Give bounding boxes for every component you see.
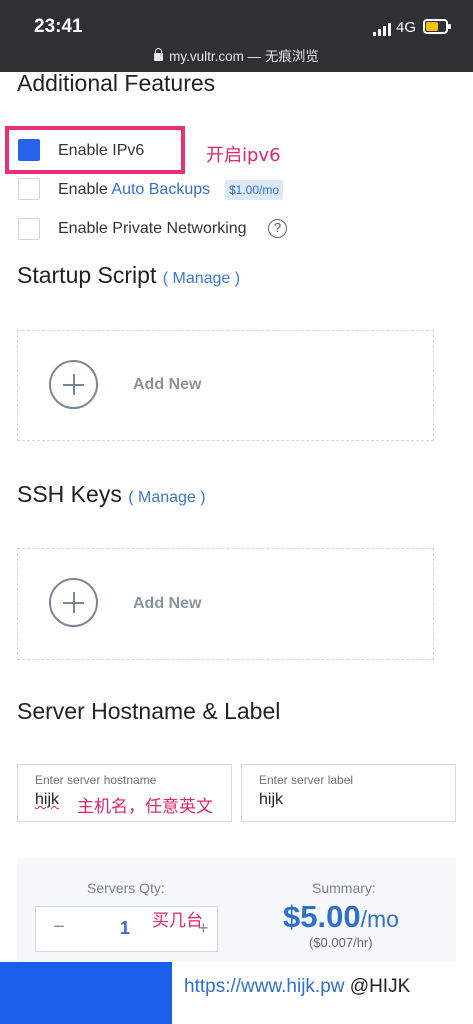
add-ssh-key-label[interactable]: Add New [133,595,201,613]
ssh-keys-title: SSH Keys [17,481,122,507]
watermark-handle: @HIJK [349,976,411,997]
qty-decrement-button[interactable]: − [53,916,65,939]
watermark-url: https://www.hijk.pw [184,976,345,997]
auto-backups-prefix: Enable [58,181,108,198]
lock-icon [154,48,164,61]
hostname-field-label: Enter server hostname [35,773,157,787]
auto-backups-link[interactable]: Auto Backups [111,181,210,198]
summary-price: $5.00/mo [283,899,399,935]
help-icon[interactable]: ? [268,219,287,238]
hostname-input-value[interactable]: hijk [35,791,59,809]
summary-label: Summary: [312,880,376,896]
watermark: https://www.hijk.pw @HIJK [172,962,473,1024]
label-input-value[interactable]: hijk [259,791,283,809]
hostname-section-heading: Server Hostname & Label [17,698,281,724]
auto-backups-price-badge: $1.00/mo [225,180,284,200]
startup-script-title: Startup Script [17,262,157,288]
ssh-keys-heading: SSH Keys ( Manage ) [17,481,206,508]
additional-features-heading: Additional Features [17,70,216,96]
label-field-label: Enter server label [259,773,354,787]
status-time: 23:41 [34,16,83,37]
ipv6-label[interactable]: Enable IPv6 [58,142,144,160]
startup-script-manage-link[interactable]: ( Manage ) [163,270,240,287]
summary-price-unit: /mo [360,906,399,932]
summary-hourly-price: ($0.007/hr) [309,935,373,950]
address-bar[interactable]: my.vultr.com — 无痕浏览 [0,45,473,65]
add-startup-script-plus-icon[interactable] [49,360,98,409]
auto-backups-label[interactable]: Enable Auto Backups [58,181,210,199]
startup-script-heading: Startup Script ( Manage ) [17,262,240,289]
qty-annotation: 买几台 [152,911,203,931]
network-type: 4G [396,19,417,36]
ssh-keys-manage-link[interactable]: ( Manage ) [128,489,205,506]
ipv6-checkbox[interactable] [18,139,40,161]
qty-value[interactable]: 1 [120,918,130,939]
add-ssh-key-plus-icon[interactable] [49,578,98,627]
hostname-annotation: 主机名，任意英文 [77,797,213,817]
signal-icon [373,23,391,36]
label-field[interactable]: Enter server label hijk [241,764,456,822]
ipv6-annotation: 开启ipv6 [206,145,281,166]
battery-icon [423,19,451,34]
summary-price-amount: $5.00 [283,899,361,934]
auto-backups-checkbox[interactable] [18,178,40,200]
address-url: my.vultr.com — 无痕浏览 [169,49,319,64]
status-bar: 23:41 4G my.vultr.com — 无痕浏览 [0,0,473,72]
add-startup-script-label[interactable]: Add New [133,376,201,394]
private-networking-checkbox[interactable] [18,218,40,240]
private-networking-label[interactable]: Enable Private Networking [58,220,247,238]
servers-qty-label: Servers Qty: [87,880,165,896]
